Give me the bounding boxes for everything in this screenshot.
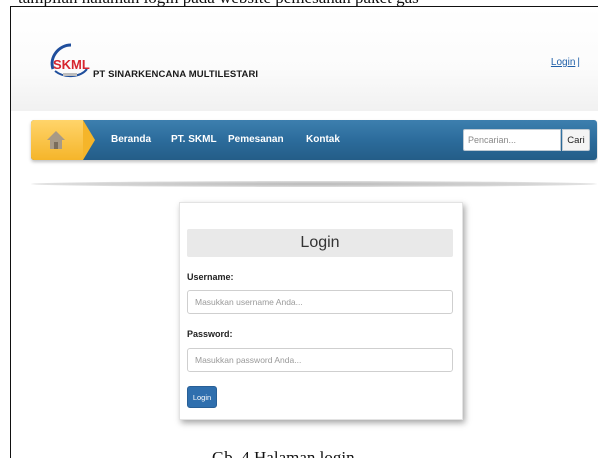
main-navbar: Beranda PT. SKML Pemesanan Kontak Cari	[31, 120, 597, 160]
home-icon	[47, 131, 65, 149]
site-header: SKML PT SINARKENCANA MULTILESTARI Login |	[11, 7, 598, 111]
figure-caption: Gb. 4 Halaman login	[212, 448, 355, 458]
browser-page: SKML PT SINARKENCANA MULTILESTARI Login |…	[10, 6, 598, 458]
nav-item-pt-skml[interactable]: PT. SKML	[171, 134, 217, 145]
login-separator: |	[577, 57, 580, 68]
company-name: PT SINARKENCANA MULTILESTARI	[93, 69, 259, 80]
login-card-title: Login	[187, 229, 453, 257]
login-submit-button[interactable]: Login	[187, 386, 217, 408]
password-label: Password:	[187, 329, 233, 339]
nav-item-beranda[interactable]: Beranda	[111, 134, 151, 145]
login-link-label[interactable]: Login	[551, 57, 575, 68]
password-input[interactable]	[187, 348, 453, 372]
search-input[interactable]	[463, 129, 561, 151]
username-input[interactable]	[187, 290, 453, 314]
search-button[interactable]: Cari	[562, 129, 590, 151]
username-label: Username:	[187, 272, 234, 282]
login-card: Login Username: Password: Login	[179, 202, 463, 420]
logo-wordmark: SKML	[53, 57, 90, 72]
nav-item-pemesanan[interactable]: Pemesanan	[228, 134, 284, 145]
home-button[interactable]	[31, 120, 95, 160]
nav-item-kontak[interactable]: Kontak	[306, 134, 340, 145]
section-divider	[31, 181, 597, 187]
login-link[interactable]: Login |	[551, 57, 580, 68]
